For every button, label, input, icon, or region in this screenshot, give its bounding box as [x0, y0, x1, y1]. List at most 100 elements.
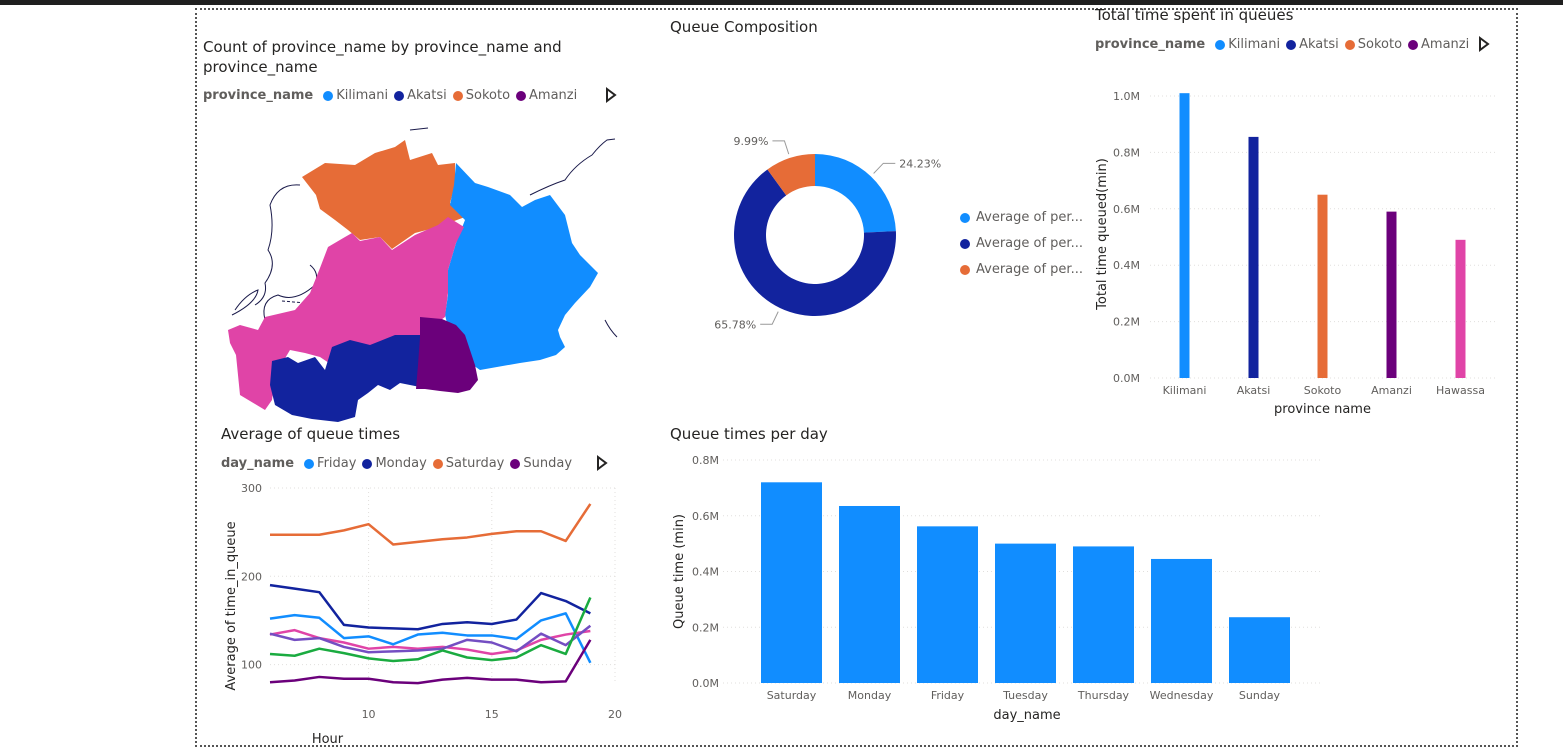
day-bar-chart[interactable]: 0.0M 0.2M 0.4M 0.6M 0.8M Saturday Monday Friday…: [665, 450, 1335, 730]
donut-leader-line: [772, 140, 790, 155]
legend-dot-icon: [452, 90, 463, 101]
legend-next-arrow-icon[interactable]: [1479, 36, 1490, 52]
bar-legend-item-kilimani[interactable]: Kilimani: [1215, 37, 1280, 52]
donut-legend-item-2[interactable]: Average of per...: [960, 231, 1083, 257]
map-title-line-2: province_name: [203, 58, 318, 76]
legend-dot-icon: [960, 213, 970, 223]
bar-wednesday: [1151, 558, 1212, 683]
hour-line-chart[interactable]: 100 200 300 10 15 20 Hour Average of time_in_qu…: [215, 478, 625, 748]
x-tick-label: 10: [362, 708, 376, 721]
y-axis-title: Total time queued(min): [1095, 158, 1110, 311]
legend-dot-icon: [432, 458, 443, 469]
line-legend-item-sunday[interactable]: Sunday: [510, 456, 572, 471]
y-tick-label: 100: [241, 659, 262, 672]
y-tick-label: 0.8M: [1113, 146, 1140, 159]
donut-data-label: 65.78%: [714, 318, 756, 331]
bar-akatsi: [1248, 136, 1259, 378]
map-legend[interactable]: province_name Kilimani Akatsi Sokoto Ama…: [203, 88, 577, 103]
map-region-kilimani[interactable]: [445, 163, 598, 370]
y-axis-title: Average of time_in_queue: [224, 521, 239, 690]
x-tick-label: 15: [485, 708, 499, 721]
y-tick-label: 0.4M: [692, 566, 719, 579]
x-tick-label: Sunday: [1239, 689, 1281, 702]
legend-dot-icon: [1286, 39, 1297, 50]
y-tick-label: 0.0M: [692, 677, 719, 690]
line-legend[interactable]: day_name Friday Monday Saturday Sunday: [221, 456, 572, 471]
legend-dot-icon: [510, 458, 521, 469]
legend-dot-icon: [394, 90, 405, 101]
line-title: Average of queue times: [221, 425, 401, 443]
legend-next-arrow-icon[interactable]: [606, 87, 617, 103]
legend-dot-icon: [960, 239, 970, 249]
donut-chart[interactable]: 24.23% 65.78% 9.99%: [700, 120, 941, 350]
province-bar-chart[interactable]: 0.0M 0.2M 0.4M 0.6M 0.8M 1.0M Kilimani Akatsi So…: [1090, 80, 1510, 425]
y-tick-label: 0.4M: [1113, 259, 1140, 272]
y-tick-label: 0.8M: [692, 454, 719, 467]
map-border-line: [529, 138, 616, 196]
x-tick-label: Wednesday: [1150, 689, 1214, 702]
bar-legend-item-akatsi[interactable]: Akatsi: [1286, 37, 1339, 52]
donut-slice: [815, 154, 896, 233]
line-series-saturday: [270, 503, 592, 546]
map-legend-item-akatsi[interactable]: Akatsi: [394, 88, 447, 103]
window-top-bar: [0, 0, 1563, 5]
map-border-line: [409, 127, 429, 131]
y-tick-label: 1.0M: [1113, 90, 1140, 103]
bar-thursday: [1073, 546, 1134, 683]
bar-hawassa: [1455, 239, 1466, 378]
bar-tuesday: [995, 543, 1056, 683]
map-legend-title: province_name: [203, 88, 314, 103]
donut-legend[interactable]: Average of per... Average of per... Aver…: [960, 205, 1083, 283]
bar-saturday: [761, 482, 822, 683]
x-tick-label: Kilimani: [1163, 384, 1207, 397]
x-tick-label: Sokoto: [1304, 384, 1342, 397]
map-legend-item-sokoto[interactable]: Sokoto: [452, 88, 510, 103]
bar-kilimani: [1179, 93, 1190, 379]
legend-next-arrow-icon[interactable]: [597, 455, 608, 471]
bar-friday: [917, 526, 978, 683]
line-series-monday: [269, 583, 591, 631]
line-legend-item-friday[interactable]: Friday: [304, 456, 356, 471]
x-tick-label: Monday: [848, 689, 892, 702]
legend-dot-icon: [516, 90, 527, 101]
y-tick-label: 0.0M: [1113, 372, 1140, 385]
bar-legend-item-sokoto[interactable]: Sokoto: [1344, 37, 1402, 52]
province-bar-legend-title: province_name: [1095, 37, 1206, 52]
map-title-line-1: Count of province_name by province_name …: [203, 38, 562, 56]
bar-amanzi: [1386, 211, 1397, 378]
donut-title: Queue Composition: [670, 18, 818, 36]
legend-dot-icon: [323, 90, 334, 101]
legend-dot-icon: [960, 265, 970, 275]
map-legend-item-kilimani[interactable]: Kilimani: [323, 88, 388, 103]
line-legend-item-monday[interactable]: Monday: [362, 456, 427, 471]
bar-sunday: [1229, 617, 1290, 683]
line-legend-item-saturday[interactable]: Saturday: [432, 456, 504, 471]
x-tick-label: Friday: [931, 689, 965, 702]
donut-legend-item-1[interactable]: Average of per...: [960, 205, 1083, 231]
bar-sokoto: [1317, 194, 1328, 378]
donut-leader-line: [873, 162, 896, 174]
map-border-line: [604, 319, 618, 338]
bar-legend-item-amanzi[interactable]: Amanzi: [1408, 37, 1469, 52]
x-axis-title: day_name: [993, 708, 1060, 723]
x-tick-label: Thursday: [1077, 689, 1130, 702]
day-bar-title: Queue times per day: [670, 425, 828, 443]
map-border-line: [231, 289, 259, 316]
bar-monday: [839, 505, 900, 683]
legend-dot-icon: [304, 458, 315, 469]
legend-dot-icon: [1215, 39, 1226, 50]
donut-leader-line: [760, 311, 779, 325]
province-map[interactable]: [220, 125, 620, 425]
line-legend-title: day_name: [221, 456, 295, 471]
donut-legend-item-3[interactable]: Average of per...: [960, 257, 1083, 283]
y-tick-label: 300: [241, 482, 262, 495]
x-tick-label: Tuesday: [1002, 689, 1048, 702]
map-legend-item-amanzi[interactable]: Amanzi: [516, 88, 577, 103]
x-axis-title: province name: [1274, 402, 1371, 417]
y-tick-label: 0.6M: [692, 510, 719, 523]
donut-data-label: 24.23%: [899, 157, 941, 170]
province-bar-title: Total time spent in queues: [1095, 6, 1294, 24]
donut-data-label: 9.99%: [733, 135, 768, 148]
province-bar-legend[interactable]: province_name Kilimani Akatsi Sokoto Ama…: [1095, 37, 1469, 52]
legend-dot-icon: [1344, 39, 1355, 50]
